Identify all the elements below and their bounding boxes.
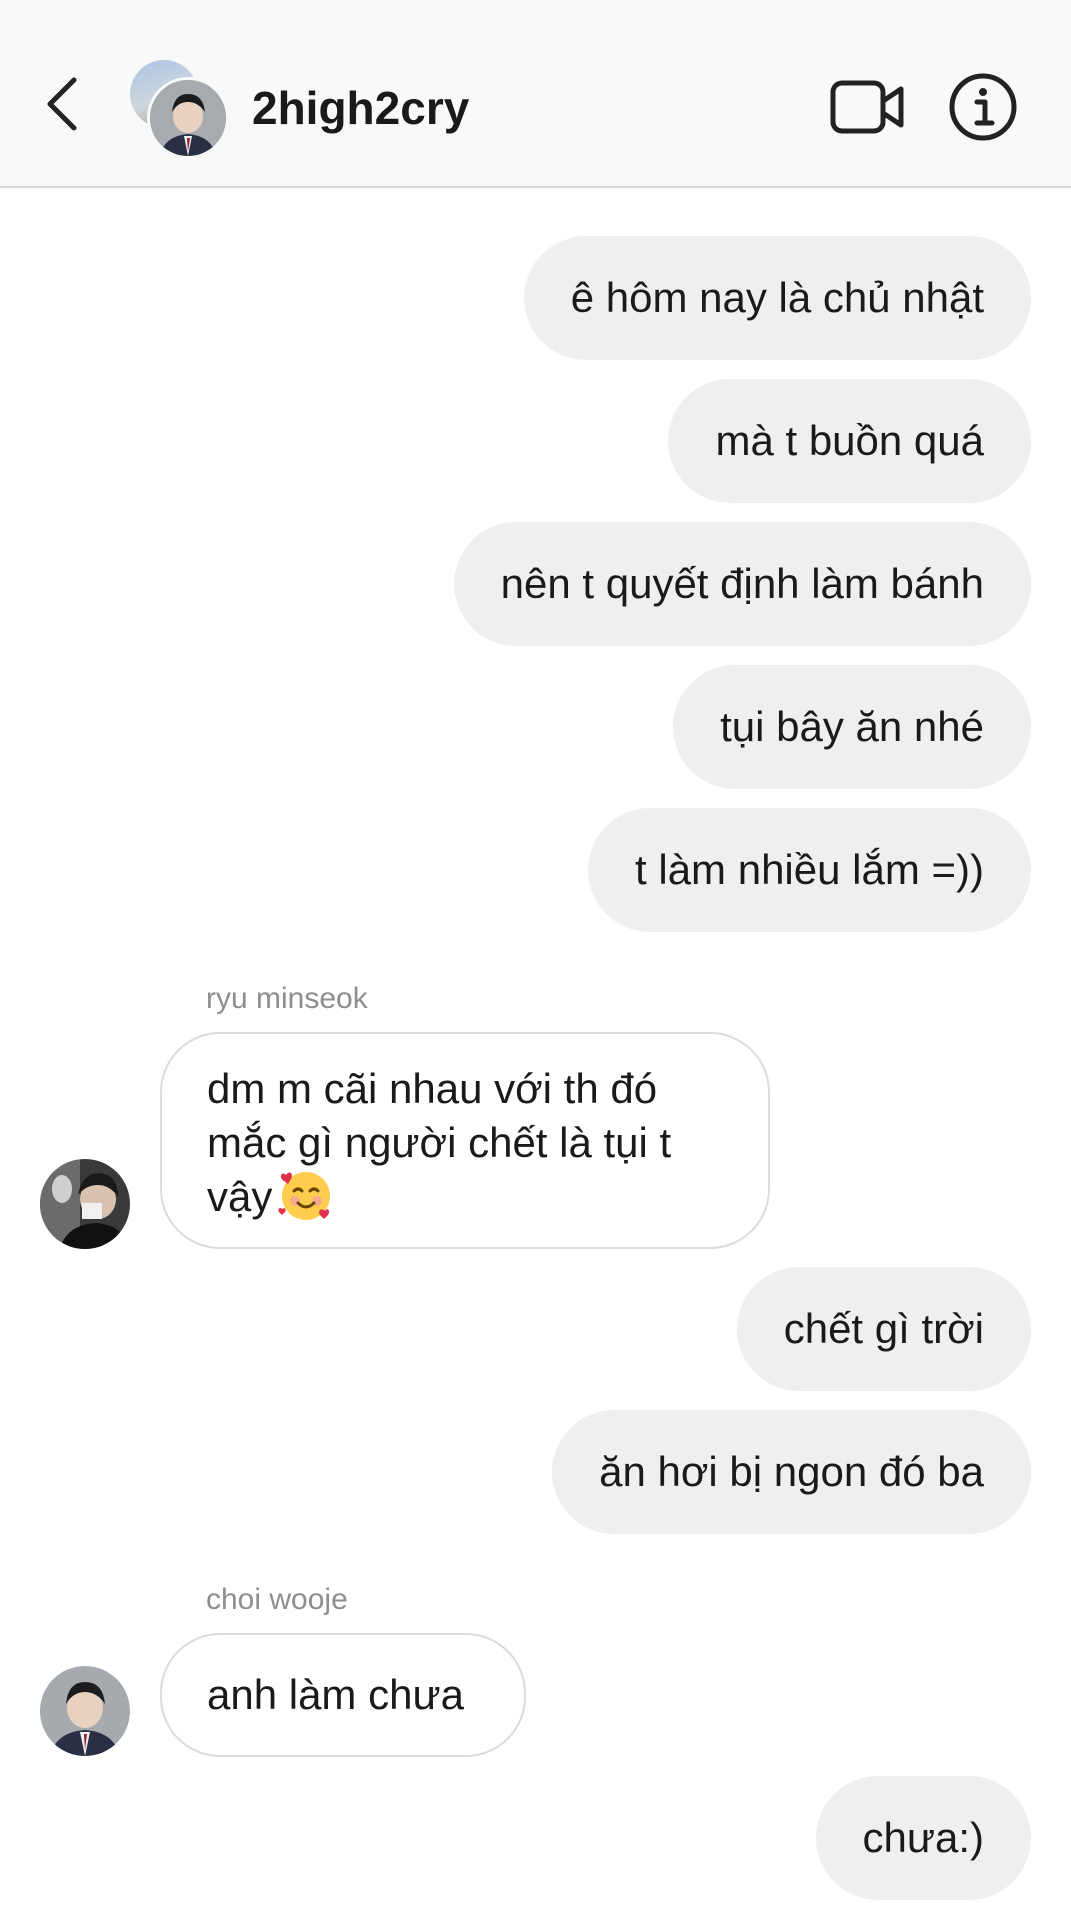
chat-title[interactable]: 2high2cry bbox=[252, 80, 469, 136]
message-text: anh làm chưa bbox=[207, 1671, 464, 1718]
message-text: nên t quyết định làm bánh bbox=[500, 560, 984, 607]
message-text: mà t buồn quá bbox=[715, 417, 984, 464]
person-photo-icon bbox=[150, 80, 226, 156]
group-avatar-front bbox=[147, 77, 229, 159]
sender-name: choi wooje bbox=[206, 1583, 348, 1616]
info-button[interactable] bbox=[948, 72, 1018, 142]
outgoing-message[interactable]: mà t buồn quá bbox=[668, 379, 1031, 503]
outgoing-message[interactable]: chưa:) bbox=[815, 1776, 1031, 1900]
outgoing-message[interactable]: nên t quyết định làm bánh bbox=[453, 522, 1031, 646]
person-photo-icon bbox=[40, 1159, 130, 1249]
message-text: t làm nhiều lắm =)) bbox=[635, 846, 984, 893]
message-text: ê hôm nay là chủ nhật bbox=[570, 274, 984, 321]
incoming-message[interactable]: anh làm chưa bbox=[160, 1633, 526, 1757]
message-line: dm m cãi nhau với th đó bbox=[207, 1065, 658, 1112]
video-call-button[interactable] bbox=[830, 78, 906, 136]
outgoing-message[interactable]: ăn hơi bị ngon đó ba bbox=[552, 1410, 1031, 1534]
group-avatar[interactable] bbox=[130, 60, 229, 159]
avatar[interactable] bbox=[40, 1666, 130, 1756]
message-text: tụi bây ăn nhé bbox=[720, 703, 984, 750]
back-button[interactable] bbox=[40, 76, 84, 132]
chevron-left-icon bbox=[47, 77, 77, 131]
smiling-face-with-hearts-emoji bbox=[278, 1171, 331, 1220]
person-photo-icon bbox=[40, 1666, 130, 1756]
message-line: vậy bbox=[207, 1173, 273, 1220]
sender-name: ryu minseok bbox=[206, 982, 368, 1015]
incoming-message[interactable]: dm m cãi nhau với th đó mắc gì người chế… bbox=[160, 1032, 770, 1249]
info-icon bbox=[949, 73, 1017, 141]
message-line: mắc gì người chết là tụi t bbox=[207, 1119, 672, 1166]
message-text: chưa:) bbox=[862, 1814, 985, 1861]
outgoing-message[interactable]: t làm nhiều lắm =)) bbox=[588, 808, 1031, 932]
outgoing-message[interactable]: chết gì trời bbox=[736, 1267, 1031, 1391]
message-text: ăn hơi bị ngon đó ba bbox=[599, 1448, 984, 1495]
outgoing-message[interactable]: tụi bây ăn nhé bbox=[673, 665, 1031, 789]
chat-header: 2high2cry bbox=[0, 0, 1071, 188]
outgoing-message[interactable]: ê hôm nay là chủ nhật bbox=[523, 236, 1031, 360]
avatar[interactable] bbox=[40, 1159, 130, 1249]
message-text: chết gì trời bbox=[783, 1305, 984, 1352]
video-camera-icon bbox=[830, 80, 904, 134]
